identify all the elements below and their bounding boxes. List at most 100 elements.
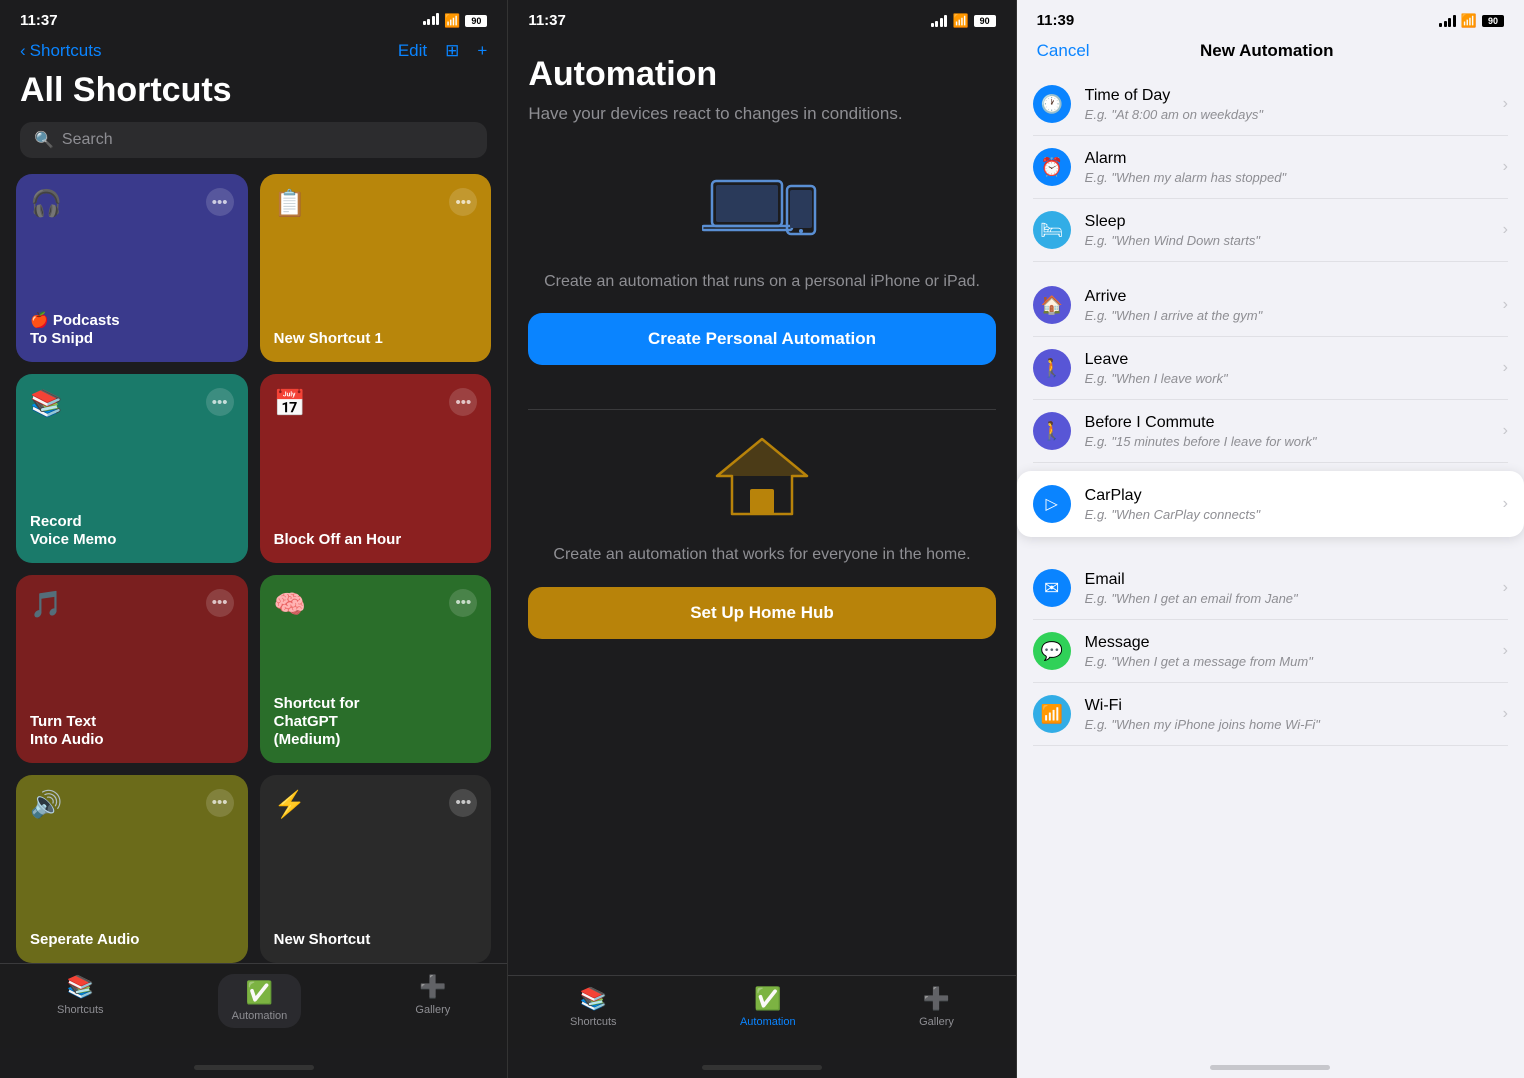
search-bar-1[interactable]: 🔍 Search [20,122,487,158]
edit-button-1[interactable]: Edit [398,41,427,61]
item-subtitle-leave: E.g. "When I leave work" [1085,371,1495,386]
list-spacer-2 [1033,545,1508,557]
list-item-time-of-day[interactable]: 🕐 Time of Day E.g. "At 8:00 am on weekda… [1033,73,1508,136]
item-title-wifi: Wi-Fi [1085,697,1495,715]
chevron-carplay: › [1503,495,1508,513]
tab-gallery-2[interactable]: ➕ Gallery [919,986,954,1028]
search-placeholder-1: Search [62,131,113,149]
more-button-blockoff[interactable]: ••• [449,388,477,416]
tab-gallery-1[interactable]: ➕ Gallery [415,974,450,1028]
more-button-chatgpt[interactable]: ••• [449,589,477,617]
list-item-email[interactable]: ✉ Email E.g. "When I get an email from J… [1033,557,1508,620]
chevron-email: › [1503,579,1508,597]
item-text-email: Email E.g. "When I get an email from Jan… [1085,571,1495,606]
icon-alarm: ⏰ [1033,148,1071,186]
shortcut-card-blockoff[interactable]: 📅 ••• Block Off an Hour [260,374,492,562]
shortcut-card-new2[interactable]: ⚡ ••• New Shortcut [260,775,492,963]
item-text-wifi: Wi-Fi E.g. "When my iPhone joins home Wi… [1085,697,1495,732]
list-item-arrive[interactable]: 🏠 Arrive E.g. "When I arrive at the gym"… [1033,274,1508,337]
item-title-carplay: CarPlay [1085,487,1495,505]
tab-icon-automation-1: ✅ [246,980,273,1006]
list-item-alarm[interactable]: ⏰ Alarm E.g. "When my alarm has stopped"… [1033,136,1508,199]
status-bar-2: 11:37 📶 90 [508,0,1015,35]
screen-all-shortcuts: 11:37 📶 90 ‹ Shortcuts Edit ⊞ + [0,0,508,1078]
shortcut-card-podcasts[interactable]: 🎧 ••• 🍎 PodcastsTo Snipd [16,174,248,362]
add-button-1[interactable]: + [477,41,487,61]
more-button-new2[interactable]: ••• [449,789,477,817]
tab-automation-2[interactable]: ✅ Automation [740,986,796,1028]
set-up-home-hub-button[interactable]: Set Up Home Hub [528,587,995,639]
more-button-voicememo[interactable]: ••• [206,388,234,416]
more-button-audio[interactable]: ••• [206,789,234,817]
tab-label-shortcuts-2: Shortcuts [570,1016,616,1028]
tab-icon-shortcuts-1: 📚 [67,974,94,1000]
item-subtitle-carplay: E.g. "When CarPlay connects" [1085,507,1495,522]
battery-icon-3: 90 [1482,15,1504,27]
chevron-alarm: › [1503,158,1508,176]
wifi-icon-1: 📶 [444,13,460,29]
shortcut-label-audio: Seperate Audio [30,931,234,949]
wifi-icon-3: 📶 [1461,13,1477,29]
icon-carplay: ▷ [1033,485,1071,523]
list-item-carplay[interactable]: ▷ CarPlay E.g. "When CarPlay connects" › [1017,471,1524,537]
chevron-message: › [1503,642,1508,660]
tab-icon-gallery-2: ➕ [923,986,950,1012]
home-automation-section: Create an automation that works for ever… [528,434,995,638]
status-bar-1: 11:37 📶 90 [0,0,507,35]
tab-label-automation-1: Automation [232,1010,288,1022]
tab-shortcuts-1[interactable]: 📚 Shortcuts [57,974,103,1028]
chevron-leave: › [1503,359,1508,377]
create-personal-automation-button[interactable]: Create Personal Automation [528,313,995,365]
page-title-1: All Shortcuts [0,71,507,122]
signal-icon-2 [931,15,948,27]
home-bar-1 [194,1065,314,1070]
item-text-carplay: CarPlay E.g. "When CarPlay connects" [1085,487,1495,522]
back-button-1[interactable]: ‹ Shortcuts [20,41,101,61]
item-title-alarm: Alarm [1085,150,1495,168]
status-icons-3: 📶 90 [1439,13,1504,29]
item-subtitle-email: E.g. "When I get an email from Jane" [1085,591,1495,606]
nav-bar-3: Cancel New Automation [1017,35,1524,73]
status-bar-3: 11:39 📶 90 [1017,0,1524,35]
shortcut-card-new1[interactable]: 📋 ••• New Shortcut 1 [260,174,492,362]
icon-arrive: 🏠 [1033,286,1071,324]
item-subtitle-wifi: E.g. "When my iPhone joins home Wi-Fi" [1085,717,1495,732]
cancel-button[interactable]: Cancel [1037,41,1090,61]
icon-time-of-day: 🕐 [1033,85,1071,123]
shortcut-card-textaudio[interactable]: 🎵 ••• Turn TextInto Audio [16,575,248,763]
shortcut-label-voicememo: RecordVoice Memo [30,513,234,549]
wifi-icon-2: 📶 [952,13,968,29]
list-item-wifi[interactable]: 📶 Wi-Fi E.g. "When my iPhone joins home … [1033,683,1508,746]
item-subtitle-sleep: E.g. "When Wind Down starts" [1085,233,1495,248]
home-indicator-2 [508,1048,1015,1078]
more-button-textaudio[interactable]: ••• [206,589,234,617]
battery-icon-2: 90 [974,15,996,27]
shortcut-card-audio[interactable]: 🔊 ••• Seperate Audio [16,775,248,963]
home-bar-2 [702,1065,822,1070]
shortcut-label-textaudio: Turn TextInto Audio [30,713,234,749]
shortcut-icon-textaudio: 🎵 [30,589,62,620]
shortcut-card-chatgpt[interactable]: 🧠 ••• Shortcut forChatGPT(Medium) [260,575,492,763]
nav-actions-1: Edit ⊞ + [398,41,487,61]
tab-automation-1[interactable]: ✅ Automation [218,974,302,1028]
item-text-arrive: Arrive E.g. "When I arrive at the gym" [1085,288,1495,323]
time-2: 11:37 [528,12,566,29]
shortcut-card-voicememo[interactable]: 📚 ••• RecordVoice Memo [16,374,248,562]
back-label-1: Shortcuts [30,41,102,61]
search-icon-1: 🔍 [34,130,54,150]
list-item-commute[interactable]: 🚶 Before I Commute E.g. "15 minutes befo… [1033,400,1508,463]
home-illustration [712,434,812,524]
tab-icon-shortcuts-2: 📚 [580,986,607,1012]
nav-title-3: New Automation [1200,41,1333,61]
home-bar-3 [1210,1065,1330,1070]
list-item-message[interactable]: 💬 Message E.g. "When I get a message fro… [1033,620,1508,683]
tab-shortcuts-2[interactable]: 📚 Shortcuts [570,986,616,1028]
item-title-time-of-day: Time of Day [1085,87,1495,105]
more-button-new1[interactable]: ••• [449,188,477,216]
item-text-commute: Before I Commute E.g. "15 minutes before… [1085,414,1495,449]
list-item-sleep[interactable]: 🛏 Sleep E.g. "When Wind Down starts" › [1033,199,1508,262]
list-item-leave[interactable]: 🚶 Leave E.g. "When I leave work" › [1033,337,1508,400]
grid-icon-1[interactable]: ⊞ [445,41,459,61]
more-button-podcasts[interactable]: ••• [206,188,234,216]
chevron-time-of-day: › [1503,95,1508,113]
